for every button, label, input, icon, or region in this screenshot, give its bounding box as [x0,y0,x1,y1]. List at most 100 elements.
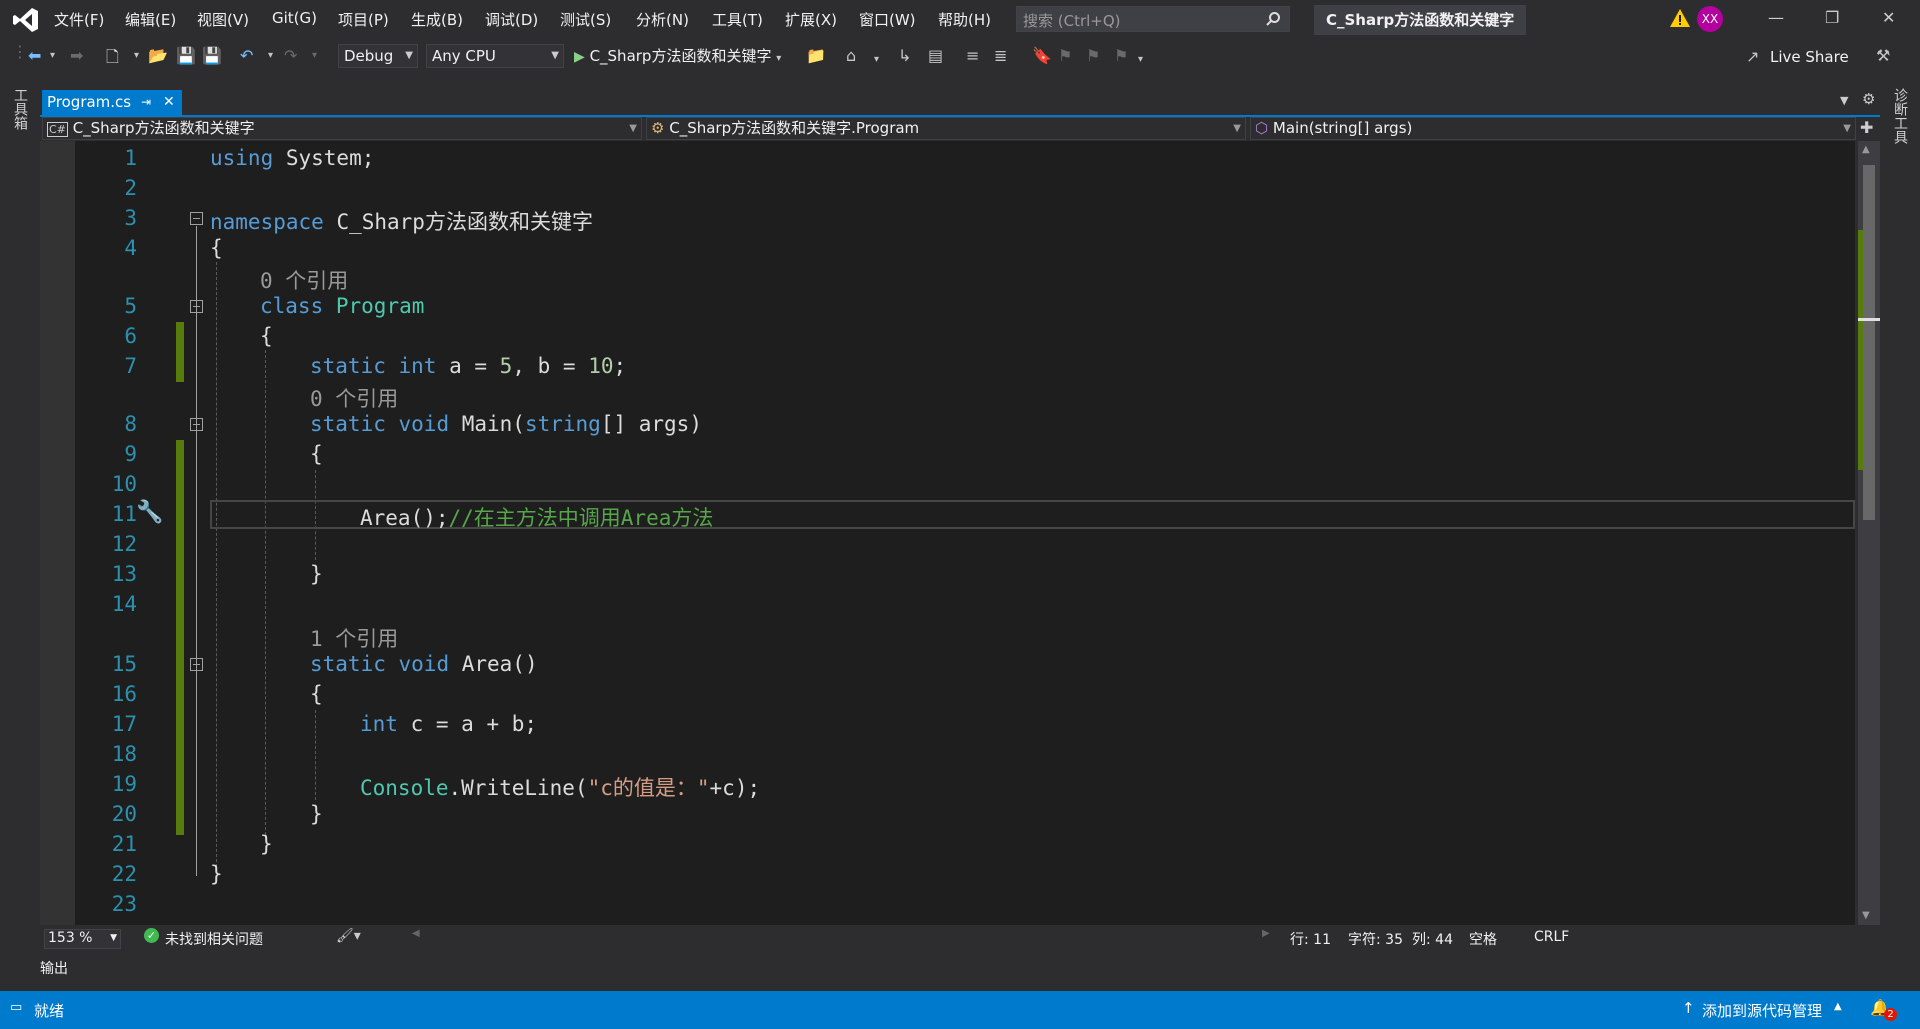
new-dropdown-icon[interactable]: ▾ [134,50,139,61]
play-icon: ▶ [574,49,585,65]
codelens-references[interactable]: 0 个引用 [310,383,398,413]
scroll-right-icon[interactable]: ▶ [1262,928,1270,939]
browse-folder-icon[interactable]: 📁 [806,46,826,65]
keyword: using [210,146,274,170]
check-icon: ✓ [144,928,159,943]
back-icon[interactable]: ⬅ [28,46,41,65]
toolbox-tab[interactable]: 工具箱 [10,88,30,130]
close-icon[interactable]: ✕ [163,90,175,114]
menu-file[interactable]: 文件(F) [54,9,104,30]
scrollbar-thumb[interactable] [1863,165,1875,520]
platform-dropdown[interactable]: Any CPU ▼ [426,44,564,68]
member-nav-dropdown[interactable]: ⬡ Main(string[] args) ▼ [1250,117,1856,140]
uncomment-icon[interactable]: ≣ [994,46,1007,65]
eol-indicator[interactable]: CRLF [1534,929,1569,945]
output-tab[interactable]: 输出 [40,958,68,978]
menu-build[interactable]: 生成(B) [411,9,463,30]
tab-list-dropdown-icon[interactable]: ▼ [1840,94,1848,107]
start-debugging-button[interactable]: ▶ C_Sharp方法函数和关键字 ▾ [574,45,781,66]
live-share-button[interactable]: Live Share [1770,48,1849,66]
chevron-down-icon: ▾ [776,53,782,64]
chevron-up-icon: ▲ [1834,1001,1842,1012]
char-indicator[interactable]: 字符: 35 [1348,929,1403,949]
user-avatar[interactable]: XX [1697,6,1723,32]
more-dropdown-icon[interactable]: ▾ [874,54,879,65]
code-line-4: { [210,236,223,260]
code-text: ; [613,354,627,378]
menu-help[interactable]: 帮助(H) [938,9,991,30]
keyword: namespace [210,210,324,234]
forward-icon[interactable]: ➡ [70,46,83,65]
save-all-icon[interactable]: 💾 [202,46,222,65]
comment-icon[interactable]: ≡ [966,46,979,65]
restore-icon[interactable]: ❐ [1825,8,1839,27]
scroll-left-icon[interactable]: ◀ [412,928,420,939]
quick-actions-screwdriver-icon[interactable]: 🔧 [136,500,163,525]
tab-program-cs[interactable]: Program.cs ⇥ ✕ [42,90,182,115]
gutter-margin [40,141,75,925]
line-number: 10 [111,472,137,496]
new-project-icon[interactable]: 🗋 [106,46,119,73]
undo-icon[interactable]: ↶ [240,46,253,65]
issues-status[interactable]: 未找到相关问题 [165,929,263,949]
feedback-icon[interactable]: ⚒ [1876,46,1890,65]
hierarchy-icon[interactable]: ▤ [928,46,943,65]
class-nav-dropdown[interactable]: ⚙ C_Sharp方法函数和关键字.Program ▼ [646,117,1246,140]
codelens-references[interactable]: 1 个引用 [310,623,398,653]
zoom-dropdown[interactable]: 153 % ▼ [44,929,121,949]
scroll-caret-marker [1858,318,1880,321]
settings-gear-icon[interactable]: ⚙ [1862,90,1875,108]
codelens-references[interactable]: 0 个引用 [260,265,348,295]
search-box[interactable]: 搜索 (Ctrl+Q) [1016,6,1290,32]
menu-debug[interactable]: 调试(D) [485,9,538,30]
minimize-icon[interactable]: — [1768,8,1784,27]
menu-project[interactable]: 项目(P) [338,9,389,30]
menu-edit[interactable]: 编辑(E) [125,9,176,30]
bookmark-icon[interactable]: 🔖 [1032,46,1052,65]
visual-studio-logo-icon[interactable] [12,6,40,34]
close-window-icon[interactable]: ✕ [1882,8,1895,27]
undo-dropdown-icon[interactable]: ▾ [268,50,273,61]
code-line-15: static void Area() [310,652,538,676]
code-line-17: int c = a + b; [360,712,537,736]
prev-bookmark-icon[interactable]: ⚑ [1058,46,1072,65]
collapse-toggle[interactable] [190,212,203,225]
menu-analyze[interactable]: 分析(N) [636,9,689,30]
keyword: static [310,652,386,676]
add-to-source-control[interactable]: 添加到源代码管理 [1702,1000,1822,1021]
split-editor-icon[interactable]: ✚ [1860,118,1873,137]
save-icon[interactable]: 💾 [176,46,196,65]
menu-git[interactable]: Git(G) [272,9,317,27]
step-icon[interactable]: ↳ [898,46,911,65]
solution-title: C_Sharp方法函数和关键字 [1314,5,1527,35]
editor-status-bar: 153 % ▼ ✓ 未找到相关问题 🖌▾ ◀ ▶ 行: 11 字符: 35 列:… [40,925,1880,951]
code-line-9: { [310,442,323,466]
redo-icon[interactable]: ↷ [284,46,297,65]
config-dropdown[interactable]: Debug ▼ [338,44,418,68]
menu-window[interactable]: 窗口(W) [859,9,916,30]
code-cleanup-brush-icon[interactable]: 🖌▾ [336,928,361,944]
line-number: 7 [124,354,137,378]
menu-extensions[interactable]: 扩展(X) [785,9,837,30]
redo-dropdown-icon[interactable]: ▾ [312,50,317,61]
whitespace-indicator[interactable]: 空格 [1469,929,1497,949]
scroll-down-icon[interactable]: ▼ [1862,910,1870,921]
back-dropdown-icon[interactable]: ▾ [50,50,55,61]
pin-icon[interactable]: ⇥ [141,90,151,114]
diagnostic-tools-tab[interactable]: 诊断工具 [1890,88,1910,144]
clear-bookmark-icon[interactable]: ⚑ [1114,46,1128,65]
chevron-down-icon: ▼ [551,50,559,61]
line-indicator[interactable]: 行: 11 [1290,929,1331,949]
toolbar-overflow-icon[interactable]: ▾ [1138,54,1143,65]
solution-explorer-icon[interactable]: ⌂ [846,46,856,65]
line-number: 15 [111,652,137,676]
warning-icon[interactable] [1669,8,1691,28]
menu-test[interactable]: 测试(S) [560,9,611,30]
next-bookmark-icon[interactable]: ⚑ [1086,46,1100,65]
menu-tools[interactable]: 工具(T) [712,9,763,30]
menu-view[interactable]: 视图(V) [197,9,249,30]
open-folder-icon[interactable]: 📂 [148,46,168,65]
scroll-up-icon[interactable]: ▲ [1862,144,1870,155]
project-nav-dropdown[interactable]: C# C_Sharp方法函数和关键字 ▼ [42,117,642,140]
col-indicator[interactable]: 列: 44 [1412,929,1453,949]
